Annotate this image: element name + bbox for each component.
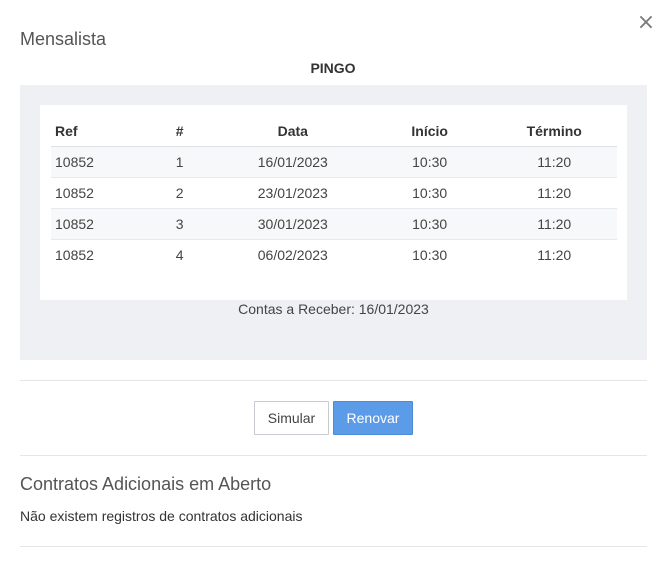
- cell-num: 2: [141, 177, 218, 209]
- column-header-termino: Término: [491, 117, 617, 147]
- cell-inicio: 10:30: [367, 146, 492, 178]
- cell-ref: 10852: [51, 146, 142, 178]
- divider: [20, 546, 647, 547]
- cell-termino: 11:20: [491, 208, 617, 240]
- table-row: 10852 1 16/01/2023 10:30 11:20: [51, 146, 617, 178]
- column-header-data: Data: [217, 117, 368, 147]
- cell-data: 30/01/2023: [217, 208, 368, 240]
- cell-num: 4: [175, 246, 184, 263]
- divider: [20, 380, 647, 381]
- table-row: 10852 2 23/01/2023 10:30 11:20: [51, 177, 617, 209]
- simular-button[interactable]: Simular: [254, 401, 329, 435]
- cell-inicio: 10:30: [412, 246, 448, 263]
- cell-num: 1: [141, 146, 218, 178]
- table-header-row: Ref # Data Início Término: [51, 117, 617, 147]
- table-row: 10852 3 30/01/2023 10:30 11:20: [51, 208, 617, 240]
- cell-data: 06/02/2023: [257, 246, 328, 263]
- close-icon[interactable]: ×: [636, 12, 656, 34]
- contratos-empty-message: Não existem registros de contratos adici…: [20, 508, 303, 524]
- schedule-table: Ref # Data Início Término 10852 1 16/01/…: [51, 117, 617, 270]
- renovar-button[interactable]: Renovar: [333, 401, 413, 435]
- column-header-ref: Ref: [51, 117, 142, 147]
- cell-num: 3: [141, 208, 218, 240]
- table-row: 10852 4 06/02/2023 10:30 11:20: [51, 239, 617, 270]
- cell-inicio: 10:30: [367, 208, 492, 240]
- mensalista-modal: × Mensalista PINGO Ref # Data Início Tér…: [0, 0, 666, 580]
- cell-ref: 10852: [51, 177, 142, 209]
- cell-ref: 10852: [55, 246, 94, 263]
- cell-termino: 11:20: [491, 177, 617, 209]
- schedule-card: Ref # Data Início Término 10852 1 16/01/…: [40, 105, 627, 300]
- cell-termino: 11:20: [537, 246, 572, 263]
- modal-title: Mensalista: [20, 29, 107, 49]
- column-header-num: #: [141, 117, 218, 147]
- divider: [20, 455, 647, 456]
- cell-data: 16/01/2023: [217, 146, 368, 178]
- column-header-inicio: Início: [367, 117, 492, 147]
- cell-termino: 11:20: [491, 146, 617, 178]
- contas-receber-text: Contas a Receber: 16/01/2023: [238, 301, 429, 317]
- client-name: PINGO: [310, 60, 356, 76]
- contratos-adicionais-title: Contratos Adicionais em Aberto: [20, 474, 272, 494]
- schedule-panel: Ref # Data Início Término 10852 1 16/01/…: [20, 85, 647, 360]
- cell-data: 23/01/2023: [217, 177, 368, 209]
- cell-ref: 10852: [51, 208, 142, 240]
- cell-inicio: 10:30: [367, 177, 492, 209]
